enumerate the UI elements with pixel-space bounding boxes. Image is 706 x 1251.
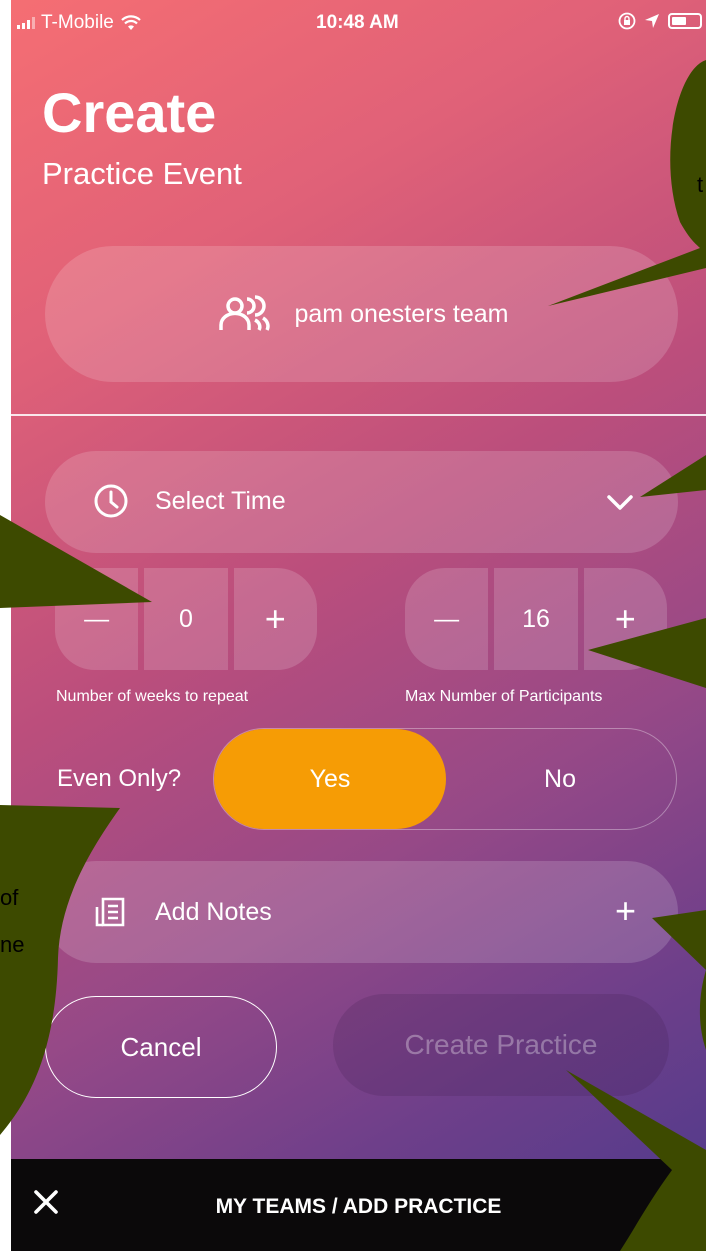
select-time-label: Select Time <box>155 487 286 515</box>
team-name: pam onesters team <box>294 299 509 328</box>
section-divider <box>11 414 706 416</box>
page-title: Create <box>42 81 217 144</box>
status-bar: T-Mobile 10:48 AM <box>11 0 706 48</box>
select-time-dropdown[interactable]: Select Time <box>45 451 678 553</box>
repeat-weeks-stepper: — 0 + <box>55 568 317 670</box>
max-participants-stepper: — 16 + <box>405 568 667 670</box>
even-only-no-option[interactable]: No <box>444 729 676 829</box>
repeat-increment-button[interactable]: + <box>233 568 317 670</box>
carrier-group: T-Mobile <box>17 12 142 34</box>
chevron-down-icon <box>607 495 633 510</box>
callout-text-of: of <box>0 885 19 910</box>
signal-icon <box>17 17 35 29</box>
cancel-button[interactable]: Cancel <box>45 996 277 1098</box>
callout-text-ne: ne <box>0 932 25 957</box>
status-right <box>618 12 702 30</box>
app-screen: T-Mobile 10:48 AM Create Practice Event <box>11 0 706 1251</box>
clock-icon <box>94 484 128 518</box>
even-only-label: Even Only? <box>57 765 182 792</box>
callout-text-t: t <box>697 172 704 197</box>
wifi-icon <box>121 15 141 30</box>
even-only-toggle: No Yes <box>213 728 677 830</box>
team-selector[interactable]: pam onesters team <box>45 246 678 382</box>
team-icon <box>218 295 270 331</box>
create-practice-button[interactable]: Create Practice <box>333 994 669 1096</box>
participants-value: 16 <box>494 568 578 670</box>
battery-icon <box>668 13 702 29</box>
add-notes-row[interactable]: Add Notes + <box>45 861 678 963</box>
participants-decrement-button[interactable]: — <box>405 568 489 670</box>
repeat-value: 0 <box>144 568 228 670</box>
repeat-decrement-button[interactable]: — <box>55 568 139 670</box>
breadcrumb: MY TEAMS / ADD PRACTICE <box>215 1195 502 1218</box>
even-only-yes-option[interactable]: Yes <box>214 729 446 829</box>
page-subtitle: Practice Event <box>42 156 242 191</box>
max-participants-label: Max Number of Participants <box>405 688 603 705</box>
location-icon <box>645 14 659 28</box>
add-notes-label: Add Notes <box>155 898 272 926</box>
status-time: 10:48 AM <box>316 12 399 33</box>
bottom-bar: MY TEAMS / ADD PRACTICE <box>11 1159 706 1251</box>
repeat-weeks-label: Number of weeks to repeat <box>56 688 249 705</box>
participants-increment-button[interactable]: + <box>583 568 667 670</box>
rotation-lock-icon <box>618 12 636 30</box>
add-notes-plus-icon: + <box>614 890 636 931</box>
carrier-name: T-Mobile <box>41 12 114 33</box>
notes-icon <box>95 897 125 927</box>
